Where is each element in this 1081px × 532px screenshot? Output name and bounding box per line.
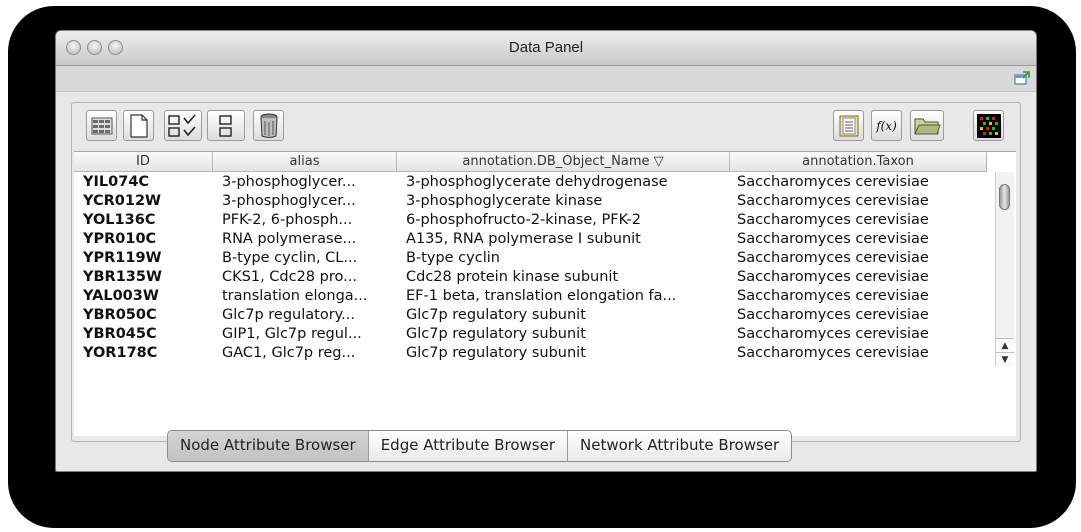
trash-icon <box>260 113 277 138</box>
cell-object-name: 3-phosphoglycerate dehydrogenase <box>406 174 668 190</box>
cell-id: YOR178C <box>83 345 158 361</box>
cell-alias: RNA polymerase... <box>222 231 357 247</box>
function-icon: f(x) <box>876 118 897 133</box>
title-bar[interactable]: Data Panel <box>56 31 1036 66</box>
data-panel-window: Data Panel f(x) ID alias annotation.DB_O… <box>55 30 1037 472</box>
cell-id: YPR010C <box>83 231 157 247</box>
table-row[interactable]: YOR178C GAC1, Glc7p reg... Glc7p regulat… <box>74 344 994 363</box>
cell-id: YAL003W <box>83 288 159 304</box>
cell-object-name: Glc7p regulatory subunit <box>406 326 586 342</box>
cell-alias: 3-phosphoglycer... <box>222 193 356 209</box>
import-table-button[interactable] <box>833 110 864 141</box>
cell-alias: CKS1, Cdc28 pro... <box>222 269 357 285</box>
cell-taxon: Saccharomyces cerevisiae <box>737 307 929 323</box>
tab-edge-attribute-browser[interactable]: Edge Attribute Browser <box>368 431 569 461</box>
tab-node-attribute-browser[interactable]: Node Attribute Browser <box>168 431 369 461</box>
browser-tabs: Node Attribute Browser Edge Attribute Br… <box>167 430 793 462</box>
cell-id: YBR045C <box>83 326 157 342</box>
cell-taxon: Saccharomyces cerevisiae <box>737 269 929 285</box>
import-table-icon <box>839 115 858 136</box>
select-all-button[interactable] <box>164 110 202 141</box>
scrollbar-thumb[interactable] <box>999 184 1010 210</box>
table-row[interactable]: YPR119W B-type cyclin, CL... B-type cycl… <box>74 249 994 268</box>
table-row[interactable]: YOL136C PFK-2, 6-phosph... 6-phosphofruc… <box>74 211 994 230</box>
scroll-up-arrow[interactable]: ▲ <box>996 338 1014 353</box>
cell-alias: PFK-2, 6-phosph... <box>222 212 353 228</box>
heatmap-button[interactable] <box>973 110 1004 141</box>
tab-network-attribute-browser[interactable]: Network Attribute Browser <box>568 431 792 461</box>
cell-object-name: 6-phosphofructo-2-kinase, PFK-2 <box>406 212 642 228</box>
folder-icon <box>914 118 941 134</box>
select-attributes-button[interactable] <box>86 110 117 141</box>
cell-object-name: Glc7p regulatory subunit <box>406 345 586 361</box>
cell-id: YIL074C <box>83 174 150 190</box>
cell-alias: B-type cyclin, CL... <box>222 250 358 266</box>
table-row[interactable]: YAL003W translation elonga... EF-1 beta,… <box>74 287 994 306</box>
cell-object-name: Glc7p regulatory subunit <box>406 307 586 323</box>
delete-attribute-button[interactable] <box>253 110 284 141</box>
select-attributes-icon <box>91 117 112 134</box>
cell-alias: 3-phosphoglycer... <box>222 174 356 190</box>
cell-taxon: Saccharomyces cerevisiae <box>737 212 929 228</box>
cell-taxon: Saccharomyces cerevisiae <box>737 231 929 247</box>
column-header-alias[interactable]: alias <box>213 152 397 172</box>
column-header-id[interactable]: ID <box>74 152 213 172</box>
deselect-all-button[interactable] <box>207 110 245 141</box>
cell-object-name: A135, RNA polymerase I subunit <box>406 231 641 247</box>
deselect-all-icon <box>219 114 232 137</box>
column-header-taxon[interactable]: annotation.Taxon <box>730 152 987 172</box>
window-title: Data Panel <box>508 39 584 56</box>
table-row[interactable]: YBR050C Glc7p regulatory... Glc7p regula… <box>74 306 994 325</box>
cell-taxon: Saccharomyces cerevisiae <box>737 193 929 209</box>
cell-object-name: 3-phosphoglycerate kinase <box>406 193 603 209</box>
table-row[interactable]: YBR135W CKS1, Cdc28 pro... Cdc28 protein… <box>74 268 994 287</box>
cell-taxon: Saccharomyces cerevisiae <box>737 326 929 342</box>
table-row[interactable]: YPR010C RNA polymerase... A135, RNA poly… <box>74 230 994 249</box>
cell-id: YBR135W <box>83 269 162 285</box>
select-all-icon <box>168 113 196 137</box>
cell-id: YBR050C <box>83 307 157 323</box>
new-attribute-icon <box>129 113 148 138</box>
column-header-object-name[interactable]: annotation.DB_Object_Name ▽ <box>397 152 730 172</box>
table-row[interactable]: YCR012W 3-phosphoglycer... 3-phosphoglyc… <box>74 192 994 211</box>
cell-object-name: EF-1 beta, translation elongation fa... <box>406 288 677 304</box>
cell-id: YPR119W <box>83 250 162 266</box>
float-panel-icon[interactable] <box>1014 70 1030 85</box>
table-row[interactable]: YIL074C 3-phosphoglycer... 3-phosphoglyc… <box>74 173 994 192</box>
attribute-table: ID alias annotation.DB_Object_Name ▽ ann… <box>74 151 1016 436</box>
cell-taxon: Saccharomyces cerevisiae <box>737 250 929 266</box>
cell-id: YOL136C <box>83 212 156 228</box>
cell-id: YCR012W <box>83 193 162 209</box>
table-row[interactable]: YBR045C GIP1, Glc7p regul... Glc7p regul… <box>74 325 994 344</box>
cell-alias: GAC1, Glc7p reg... <box>222 345 356 361</box>
cell-alias: Glc7p regulatory... <box>222 307 356 323</box>
cell-object-name: Cdc28 protein kinase subunit <box>406 269 619 285</box>
open-folder-button[interactable] <box>910 110 944 141</box>
cell-taxon: Saccharomyces cerevisiae <box>737 174 929 190</box>
scroll-down-arrow[interactable]: ▼ <box>996 352 1014 367</box>
cell-alias: GIP1, Glc7p regul... <box>222 326 362 342</box>
cell-alias: translation elonga... <box>222 288 368 304</box>
function-builder-button[interactable]: f(x) <box>871 110 902 141</box>
attribute-browser-panel: f(x) ID alias annotation.DB_Object_Name … <box>71 102 1021 442</box>
cell-taxon: Saccharomyces cerevisiae <box>737 288 929 304</box>
heatmap-icon <box>976 113 1001 138</box>
cell-object-name: B-type cyclin <box>406 250 500 266</box>
panel-header-bar <box>56 66 1036 92</box>
new-attribute-button[interactable] <box>123 110 154 141</box>
vertical-scrollbar[interactable]: ▲ ▼ <box>995 172 1014 367</box>
cell-taxon: Saccharomyces cerevisiae <box>737 345 929 361</box>
